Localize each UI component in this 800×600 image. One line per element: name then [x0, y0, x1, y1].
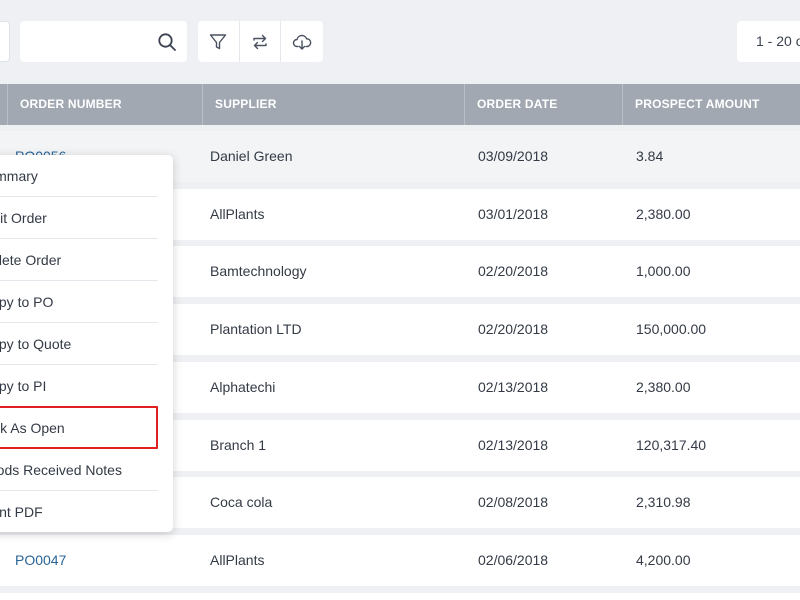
search-box — [20, 21, 187, 62]
supplier-cell: Alphatechi — [210, 379, 276, 395]
download-button[interactable] — [281, 21, 323, 62]
menu-item-mark-as-open[interactable]: Mark As Open — [0, 407, 158, 449]
table-row — [0, 593, 800, 600]
order-date-cell: 02/06/2018 — [478, 552, 549, 568]
column-header-order-number[interactable]: ORDER NUMBER — [7, 84, 202, 125]
row-context-menu: Summary Edit Order Delete Order Copy to … — [0, 155, 173, 532]
toolbar-actions — [198, 21, 323, 62]
menu-item-label: Copy to PO — [0, 294, 54, 310]
supplier-cell: Bamtechnology — [210, 263, 307, 279]
prospect-amount-cell: 1,000.00 — [636, 263, 691, 279]
order-date-cell: 02/20/2018 — [478, 321, 549, 337]
prospect-amount-cell: 3.84 — [636, 148, 664, 164]
order-date-cell: 02/20/2018 — [478, 263, 549, 279]
swap-arrows-icon — [253, 34, 267, 49]
order-number-link[interactable]: PO0047 — [15, 535, 66, 586]
filter-button[interactable] — [198, 21, 240, 62]
prospect-amount-cell: 2,380.00 — [636, 206, 691, 222]
order-date-cell: 02/13/2018 — [478, 437, 549, 453]
menu-item-goods-received-notes[interactable]: Goods Received Notes — [0, 449, 158, 491]
table-row[interactable]: PO0047 AllPlants 02/06/2018 4,200.00 — [0, 535, 800, 586]
supplier-cell: Plantation LTD — [210, 321, 302, 337]
menu-item-copy-to-pi[interactable]: Copy to PI — [0, 365, 158, 407]
search-icon[interactable] — [157, 32, 177, 52]
search-input[interactable] — [20, 21, 150, 62]
menu-item-delete-order[interactable]: Delete Order — [0, 239, 158, 281]
menu-item-summary[interactable]: Summary — [0, 155, 158, 197]
table-header: ORDER NUMBER SUPPLIER ORDER DATE PROSPEC… — [0, 84, 800, 125]
column-header-prospect-amount[interactable]: PROSPECT AMOUNT — [622, 84, 800, 125]
prospect-amount-cell: 4,200.00 — [636, 552, 691, 568]
menu-item-label: Summary — [0, 168, 38, 184]
supplier-cell: Coca cola — [210, 494, 273, 510]
order-date-cell: 02/13/2018 — [478, 379, 549, 395]
swap-button[interactable] — [240, 21, 282, 62]
column-header-order-date[interactable]: ORDER DATE — [464, 84, 622, 125]
menu-item-label: Copy to PI — [0, 378, 47, 394]
menu-item-label: Copy to Quote — [0, 336, 72, 352]
supplier-cell: Daniel Green — [210, 148, 293, 164]
pagination-info[interactable]: 1 - 20 o — [737, 21, 800, 62]
menu-item-label: Print PDF — [0, 504, 43, 520]
menu-item-edit-order[interactable]: Edit Order — [0, 197, 158, 239]
menu-item-label: Goods Received Notes — [0, 462, 122, 478]
prospect-amount-cell: 120,317.40 — [636, 437, 707, 453]
menu-item-label: Delete Order — [0, 252, 62, 268]
prospect-amount-cell: 2,380.00 — [636, 379, 691, 395]
menu-item-copy-to-po[interactable]: Copy to PO — [0, 281, 158, 323]
supplier-cell: AllPlants — [210, 206, 265, 222]
order-date-cell: 02/08/2018 — [478, 494, 549, 510]
cloud-download-icon — [292, 34, 312, 50]
menu-item-print-pdf[interactable]: Print PDF — [0, 491, 158, 533]
supplier-cell: AllPlants — [210, 552, 265, 568]
menu-item-copy-to-quote[interactable]: Copy to Quote — [0, 323, 158, 365]
toolbar-left-button[interactable] — [0, 21, 10, 62]
order-date-cell: 03/01/2018 — [478, 206, 549, 222]
menu-item-label: Edit Order — [0, 210, 47, 226]
order-date-cell: 03/09/2018 — [478, 148, 549, 164]
prospect-amount-cell: 2,310.98 — [636, 494, 691, 510]
supplier-cell: Branch 1 — [210, 437, 267, 453]
menu-item-label: Mark As Open — [0, 420, 65, 436]
prospect-amount-cell: 150,000.00 — [636, 321, 707, 337]
filter-icon — [210, 33, 227, 49]
column-header-supplier[interactable]: SUPPLIER — [202, 84, 464, 125]
